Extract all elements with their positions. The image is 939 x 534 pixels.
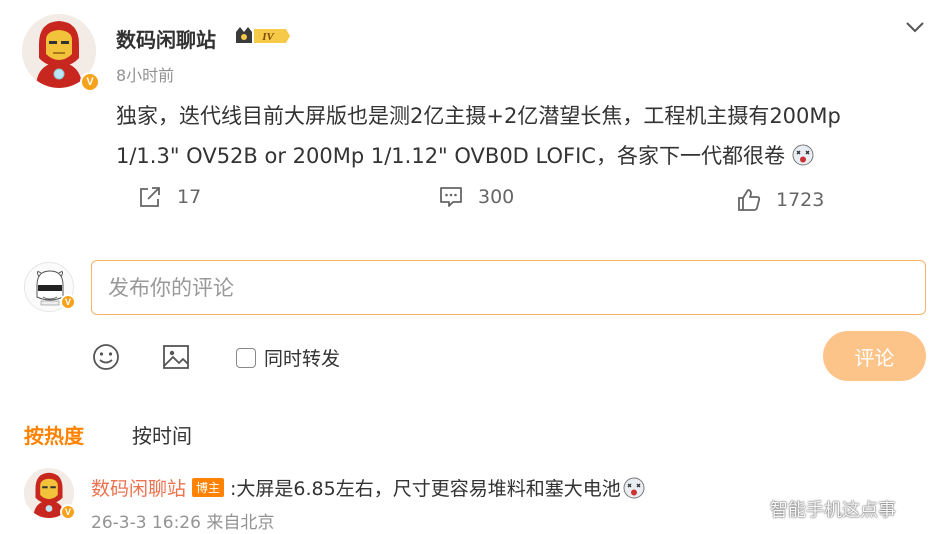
dizzy-face-emoji-icon bbox=[623, 477, 645, 498]
chevron-down-icon[interactable] bbox=[904, 16, 926, 38]
emoji-icon[interactable] bbox=[90, 341, 122, 373]
comment-text: :大屏是6.85左右，尺寸更容易堆料和塞大电池 bbox=[230, 478, 621, 500]
verified-v-icon: V bbox=[80, 72, 100, 92]
blogger-tag: 博主 bbox=[192, 478, 225, 497]
dizzy-face-emoji-icon bbox=[792, 144, 814, 166]
submit-comment-button[interactable]: 评论 bbox=[823, 331, 926, 381]
post-author-name[interactable]: 数码闲聊站 bbox=[116, 24, 216, 53]
repost-label: 同时转发 bbox=[264, 348, 341, 370]
watermark-text: 智能手机这点事 bbox=[770, 500, 896, 521]
level-badge: IV bbox=[234, 24, 292, 52]
comment-verified-icon: V bbox=[60, 504, 76, 520]
post-action-bar: 17 300 1723 bbox=[0, 182, 939, 218]
tab-by-popularity[interactable]: 按热度 bbox=[24, 420, 84, 449]
repost-button[interactable]: 17 bbox=[137, 184, 201, 210]
share-icon bbox=[140, 187, 160, 207]
post-header: V 数码闲聊站 IV 8小时前 bbox=[22, 14, 924, 94]
thumbs-up-icon bbox=[738, 189, 761, 211]
comment-line: 数码闲聊站 博主 :大屏是6.85左右，尺寸更容易堆料和塞大电池 bbox=[91, 474, 645, 501]
repost-checkbox-row[interactable]: 同时转发 bbox=[236, 344, 340, 371]
post-text: 独家，迭代线目前大屏版也是测2亿主摄+2亿潜望长焦，工程机主摄有200Mp 1/… bbox=[116, 104, 841, 168]
repost-checkbox[interactable] bbox=[236, 347, 256, 368]
image-icon[interactable] bbox=[160, 341, 192, 373]
like-count: 1723 bbox=[776, 189, 825, 211]
comment-icon bbox=[440, 187, 462, 207]
level-text: IV bbox=[261, 31, 275, 43]
post-time: 8小时前 bbox=[116, 66, 175, 85]
tab-by-time[interactable]: 按时间 bbox=[132, 420, 192, 449]
comment-button[interactable]: 300 bbox=[438, 184, 514, 210]
comment-meta: 26-3-3 16:26 来自北京 bbox=[91, 513, 275, 533]
comment-input[interactable] bbox=[91, 260, 926, 315]
comment-count: 300 bbox=[478, 186, 515, 208]
current-user-verified-icon: V bbox=[60, 294, 76, 310]
repost-count: 17 bbox=[177, 186, 202, 208]
like-button[interactable]: 1723 bbox=[736, 187, 824, 213]
comment-author-name[interactable]: 数码闲聊站 bbox=[91, 474, 186, 501]
post-content: 独家，迭代线目前大屏版也是测2亿主摄+2亿潜望长焦，工程机主摄有200Mp 1/… bbox=[116, 96, 906, 176]
